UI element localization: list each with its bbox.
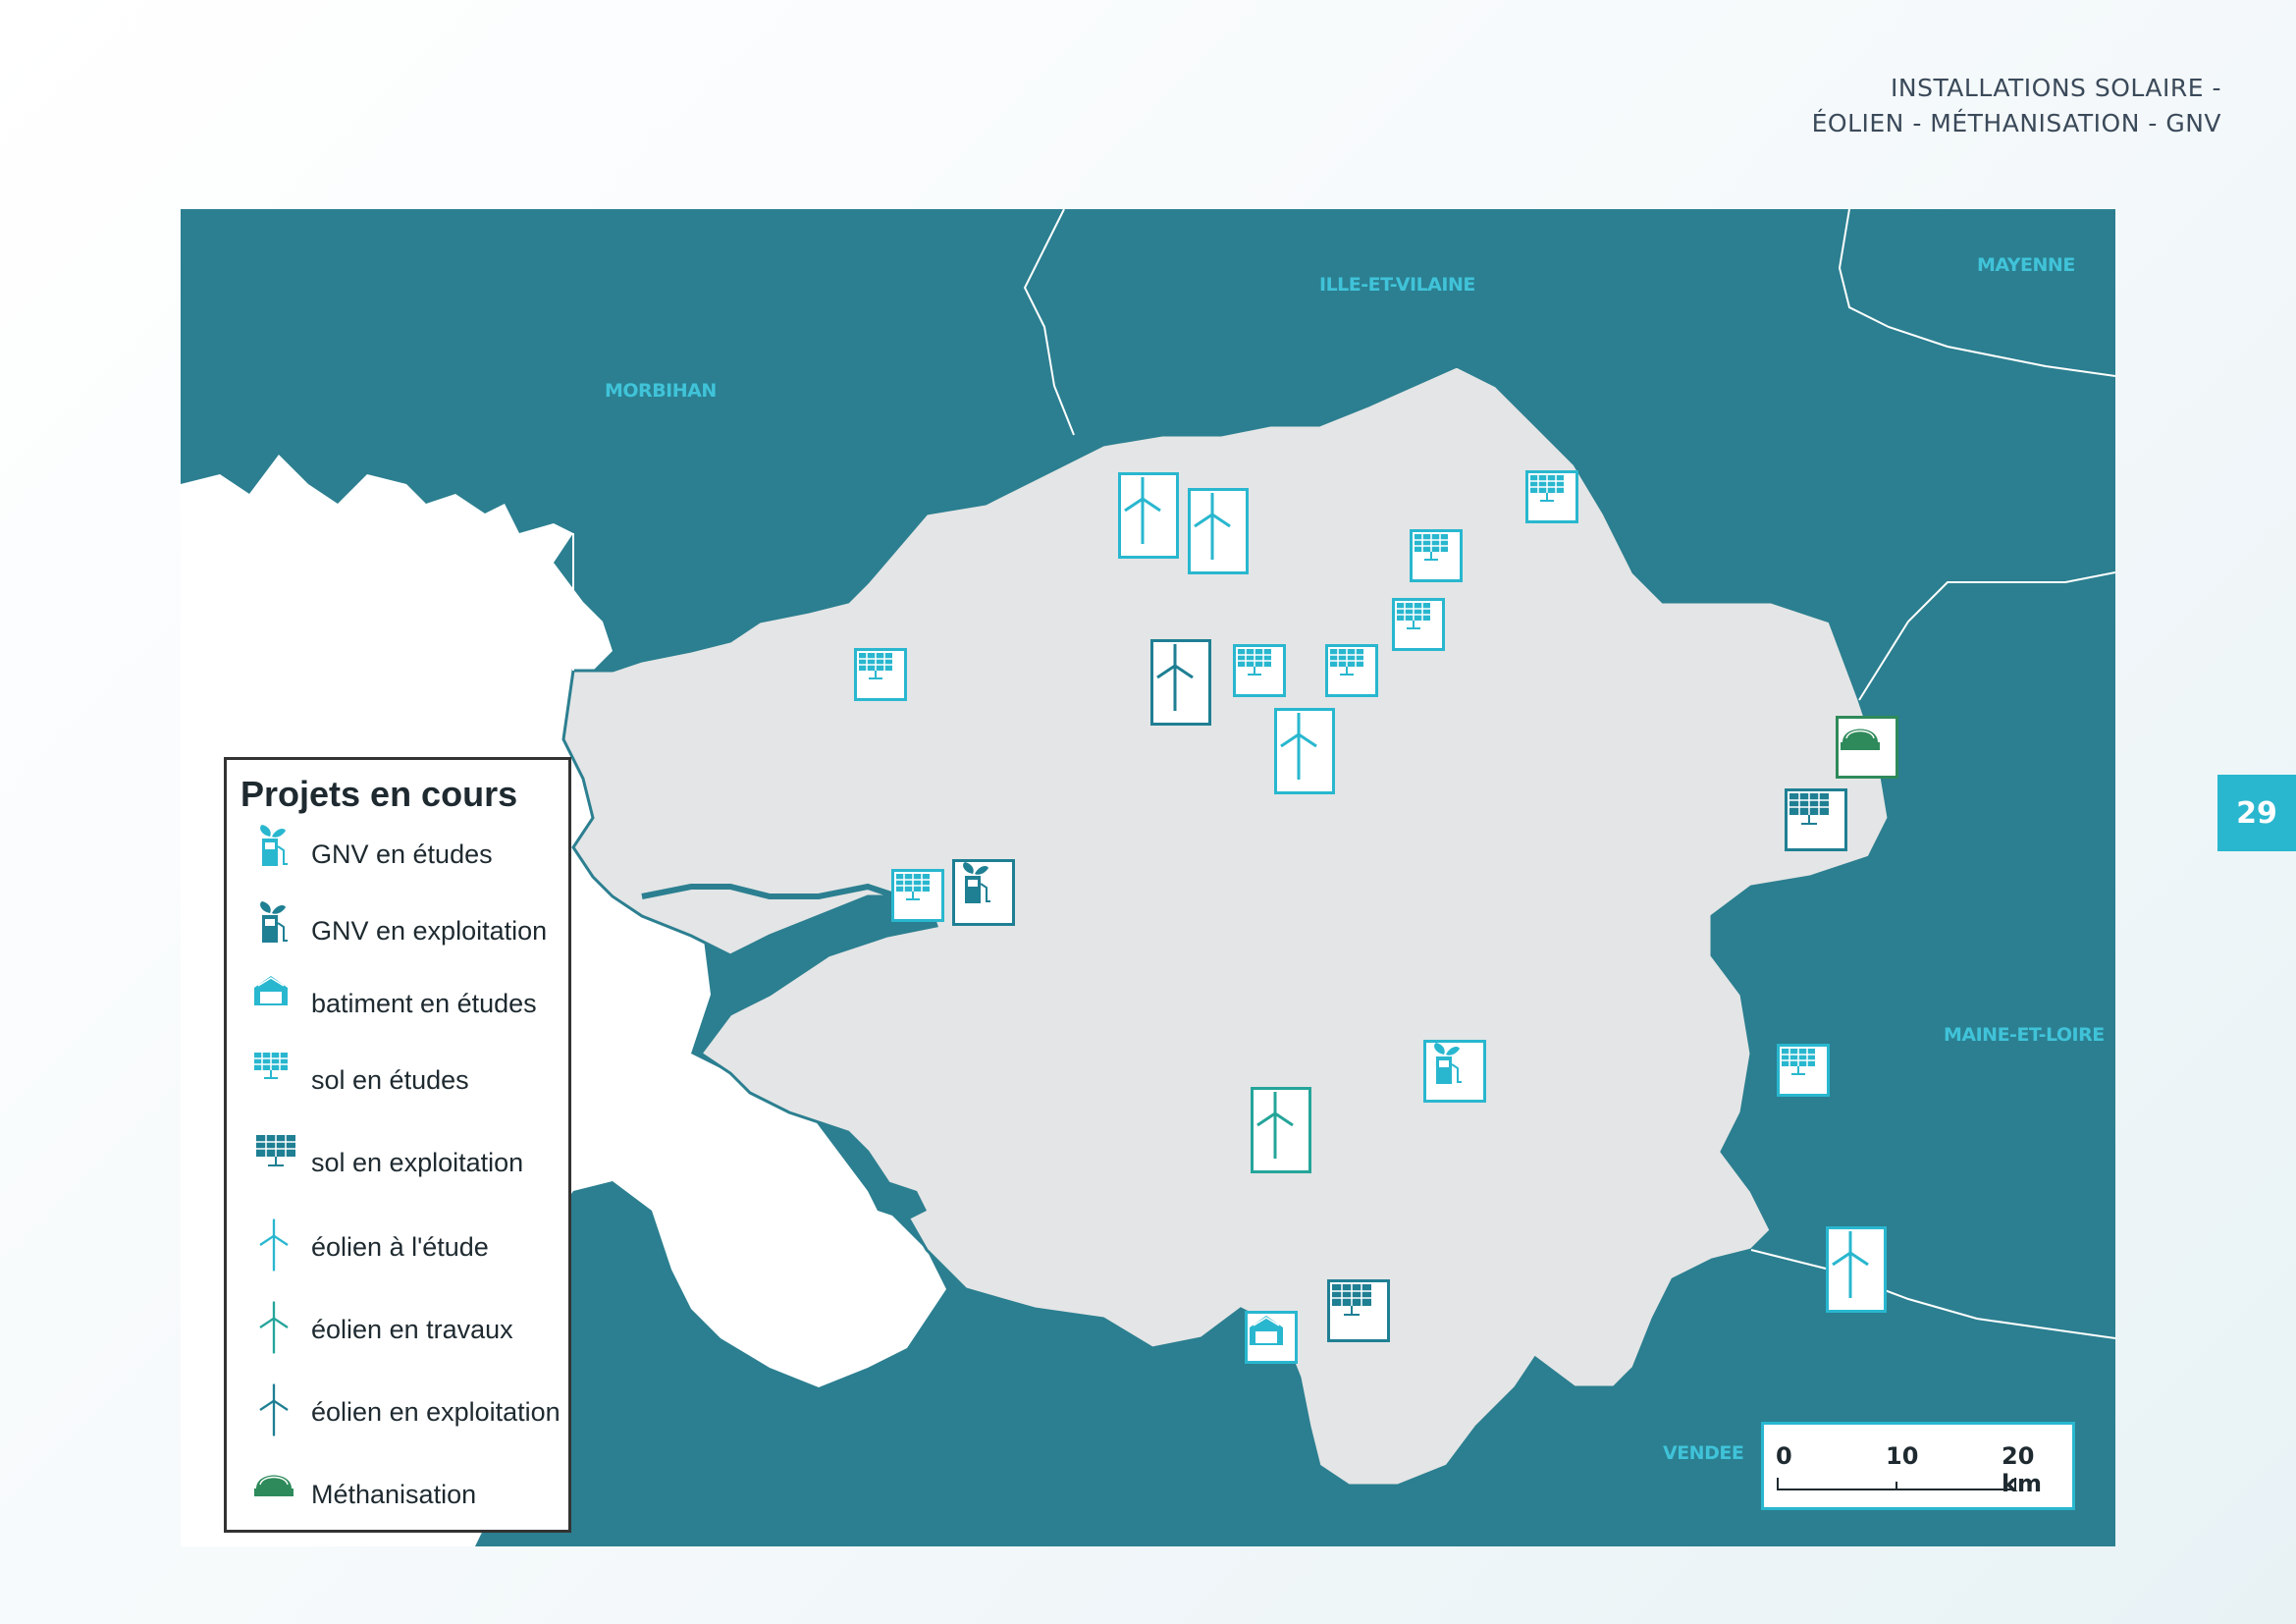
wind-turbine-icon <box>1156 644 1194 711</box>
label-vendee: VENDEE <box>1663 1442 1744 1464</box>
legend-item-batiment-etudes: batiment en études <box>252 974 537 1033</box>
marker-eolien-exploitation <box>1150 639 1211 726</box>
solar-panel-icon <box>1330 649 1363 676</box>
marker-methanisation <box>1836 716 1898 779</box>
solar-panel-icon <box>252 1053 297 1108</box>
marker-sol-exploitation <box>1327 1279 1390 1342</box>
solar-panel-icon <box>1397 603 1430 629</box>
legend-label: sol en études <box>311 1064 469 1095</box>
solar-panel-icon <box>896 874 930 900</box>
legend-label: éolien en exploitation <box>311 1396 561 1427</box>
marker-sol-exploitation <box>1785 788 1847 851</box>
marker-sol-etudes <box>1525 470 1578 523</box>
department-boundary <box>1838 209 2115 377</box>
methanisation-icon <box>252 1467 297 1522</box>
marker-eolien-travaux <box>1251 1087 1311 1173</box>
wind-turbine-icon <box>1124 477 1161 544</box>
solar-panel-icon <box>1332 1284 1371 1316</box>
map-legend: Projets en cours GNV en études GNV en ex… <box>224 757 571 1533</box>
legend-label: Méthanisation <box>311 1479 477 1509</box>
legend-label: éolien à l'étude <box>311 1231 489 1262</box>
marker-eolien-etude <box>1826 1226 1887 1313</box>
gnv-icon <box>1434 1043 1462 1084</box>
department-boundary <box>1750 1249 2115 1339</box>
legend-item-sol-etudes: sol en études <box>252 1051 469 1110</box>
page-header: INSTALLATIONS SOLAIRE - ÉOLIEN - MÉTHANI… <box>1812 71 2221 141</box>
legend-item-eolien-etude: éolien à l'étude <box>252 1218 489 1276</box>
gnv-icon <box>252 901 297 958</box>
legend-title: Projets en cours <box>240 774 518 814</box>
marker-eolien-etude <box>1274 708 1335 794</box>
label-ille-et-vilaine: ILLE-ET-VILAINE <box>1319 274 1475 296</box>
gnv-icon <box>963 862 990 903</box>
header-line-2: ÉOLIEN - MÉTHANISATION - GNV <box>1811 109 2221 137</box>
marker-gnv-etudes <box>1423 1040 1486 1103</box>
marker-eolien-etude <box>1188 488 1249 574</box>
solar-panel-icon <box>859 653 892 679</box>
building-solar-icon <box>252 976 297 1031</box>
legend-item-gnv-etudes: GNV en études <box>252 825 493 884</box>
solar-panel-icon <box>1789 793 1829 825</box>
marker-eolien-etude <box>1118 472 1179 559</box>
solar-panel-icon <box>1415 534 1448 561</box>
marker-sol-etudes <box>891 869 944 922</box>
legend-item-eolien-exploitation: éolien en exploitation <box>252 1382 561 1441</box>
wind-turbine-icon <box>1256 1092 1294 1159</box>
marker-sol-etudes <box>1392 598 1445 651</box>
wind-turbine-icon <box>252 1383 297 1439</box>
solar-panel-icon <box>1782 1049 1815 1075</box>
marker-sol-etudes <box>1233 644 1286 697</box>
label-morbihan: MORBIHAN <box>605 380 717 402</box>
department-boundary <box>1858 571 2115 701</box>
legend-label: GNV en exploitation <box>311 915 548 946</box>
marker-sol-etudes <box>1325 644 1378 697</box>
marker-gnv-exploitation <box>952 859 1015 926</box>
legend-label: batiment en études <box>311 988 537 1018</box>
legend-item-sol-exploitation: sol en exploitation <box>252 1133 523 1192</box>
department-boundary <box>1023 209 1075 436</box>
legend-label: éolien en travaux <box>311 1314 513 1344</box>
page-number-tab: 29 <box>2217 775 2296 851</box>
scale-bar: 0 10 20 km <box>1761 1422 2075 1510</box>
wind-turbine-icon <box>1194 493 1231 560</box>
wind-turbine-icon <box>1280 713 1317 780</box>
map-panel: MORBIHAN ILLE-ET-VILAINE MAYENNE MAINE-E… <box>181 209 2115 1546</box>
marker-batiment-etudes <box>1245 1311 1298 1364</box>
legend-item-eolien-travaux: éolien en travaux <box>252 1300 513 1359</box>
gnv-icon <box>252 825 297 882</box>
label-maine-et-loire: MAINE-ET-LOIRE <box>1944 1024 2105 1046</box>
legend-label: GNV en études <box>311 839 493 869</box>
label-mayenne: MAYENNE <box>1977 254 2075 276</box>
marker-sol-etudes <box>1410 529 1463 582</box>
legend-item-gnv-exploitation: GNV en exploitation <box>252 901 547 960</box>
solar-panel-icon <box>252 1135 297 1190</box>
solar-panel-icon <box>1530 475 1564 502</box>
methanisation-icon <box>1841 729 1880 750</box>
legend-item-methanisation: Méthanisation <box>252 1465 476 1524</box>
legend-label: sol en exploitation <box>311 1147 524 1177</box>
header-line-1: INSTALLATIONS SOLAIRE - <box>1891 74 2221 102</box>
scale-line <box>1777 1478 2016 1490</box>
building-solar-icon <box>1250 1316 1283 1345</box>
marker-sol-etudes <box>1777 1044 1830 1097</box>
wind-turbine-icon <box>1832 1231 1869 1298</box>
wind-turbine-icon <box>252 1218 297 1274</box>
wind-turbine-icon <box>252 1301 297 1357</box>
marker-sol-etudes <box>854 648 907 701</box>
solar-panel-icon <box>1238 649 1271 676</box>
